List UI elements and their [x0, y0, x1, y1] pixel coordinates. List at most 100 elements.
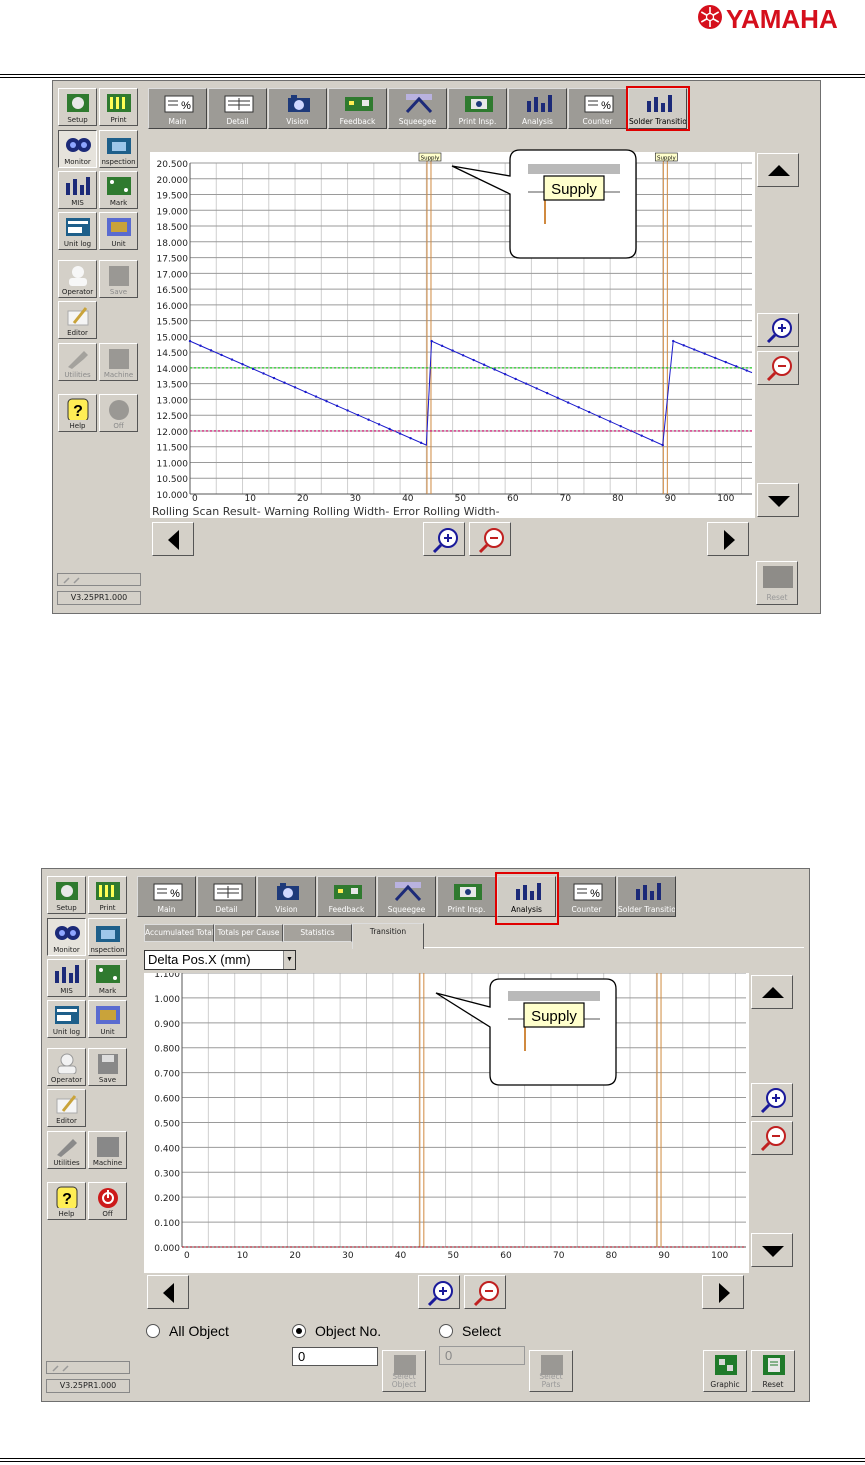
subtab-accumulated-total[interactable]: Accumulated Total [144, 924, 214, 942]
sidebar-item-save[interactable]: Save [88, 1048, 127, 1086]
tab-feedback[interactable]: Feedback [328, 88, 387, 129]
scroll-left-button[interactable] [147, 1275, 189, 1309]
zoom-in-x-button[interactable] [423, 522, 465, 556]
sidebar-item-mark[interactable]: Mark [88, 959, 127, 997]
tab-detail[interactable]: Detail [208, 88, 267, 129]
zoom-in-x-button[interactable] [418, 1275, 460, 1309]
measure-select[interactable]: Delta Pos.X (mm) ▼ [144, 950, 296, 970]
sidebar-item-mis[interactable]: MIS [47, 959, 86, 997]
tab-counter[interactable]: % Counter [557, 876, 616, 917]
reset-button[interactable]: Reset [751, 1350, 795, 1392]
zoom-out-y-button[interactable] [757, 351, 799, 385]
sidebar-item-machine[interactable]: Machine [88, 1131, 127, 1169]
select-parts-button[interactable]: Select Parts [529, 1350, 573, 1392]
tab-detail[interactable]: Detail [197, 876, 256, 917]
sidebar-item-utilities[interactable]: Utilities [47, 1131, 86, 1169]
select-object-button[interactable]: Select Object [382, 1350, 426, 1392]
tab-print-insp[interactable]: Print Insp. [437, 876, 496, 917]
tab-vision[interactable]: Vision [268, 88, 327, 129]
sidebar-item-inspection[interactable]: nspection [88, 918, 127, 956]
sidebar-item-monitor[interactable]: Monitor [47, 918, 86, 956]
y-tick-label: 11.500 [157, 444, 189, 454]
reset-button[interactable]: Reset [756, 561, 798, 605]
data-point [598, 415, 601, 418]
sidebar-item-mark[interactable]: Mark [99, 171, 138, 209]
y-tick-label: 18.000 [157, 239, 189, 249]
radio-select[interactable]: Select [439, 1323, 501, 1339]
data-point [451, 349, 454, 352]
y-tick-label: 19.500 [157, 192, 189, 202]
y-tick-label: 17.500 [157, 255, 189, 265]
sidebar-item-unit[interactable]: Unit [88, 1000, 127, 1038]
tab-analysis[interactable]: Analysis [508, 88, 567, 129]
sidebar-item-unitlog[interactable]: Unit log [58, 212, 97, 250]
zoom-out-y-button[interactable] [751, 1121, 793, 1155]
data-point [651, 439, 654, 442]
vision-camera-icon [277, 883, 299, 900]
sidebar-item-setup[interactable]: Setup [58, 88, 97, 126]
sidebar-item-setup[interactable]: Setup [47, 876, 86, 914]
sidebar-item-operator[interactable]: Operator [58, 260, 97, 298]
sidebar-item-off[interactable]: Off [99, 394, 138, 432]
scroll-left-button[interactable] [152, 522, 194, 556]
zoom-out-x-button[interactable] [469, 522, 511, 556]
tab-vision[interactable]: Vision [257, 876, 316, 917]
sidebar-item-help[interactable]: ? Help [47, 1182, 86, 1220]
tab-squeegee[interactable]: Squeegee [388, 88, 447, 129]
y-tick-label: 0.400 [154, 1144, 180, 1154]
x-tick-label: 40 [402, 494, 414, 504]
sidebar-item-unitlog[interactable]: Unit log [47, 1000, 86, 1038]
scroll-right-button[interactable] [707, 522, 749, 556]
sidebar-item-editor[interactable]: Editor [58, 301, 97, 339]
highlight-box [626, 86, 690, 131]
data-point [377, 423, 381, 426]
sidebar-item-mis[interactable]: MIS [58, 171, 97, 209]
y-tick-label: 13.000 [157, 396, 189, 406]
sidebar-item-utilities[interactable]: Utilities [58, 343, 97, 381]
version-label: V3.25PR1.000 [57, 591, 141, 605]
sidebar-item-print[interactable]: Print [99, 88, 138, 126]
tab-squeegee[interactable]: Squeegee [377, 876, 436, 917]
data-point [556, 396, 559, 400]
graphic-button[interactable]: Graphic [703, 1350, 747, 1392]
scroll-up-button[interactable] [757, 153, 799, 187]
select-field[interactable]: 0 [439, 1346, 525, 1365]
subtab-statistics[interactable]: Statistics [283, 924, 352, 942]
scroll-down-button[interactable] [751, 1233, 793, 1267]
sidebar-item-unit[interactable]: Unit [99, 212, 138, 250]
radio-object-no[interactable]: Object No. [292, 1323, 381, 1339]
sidebar-item-print[interactable]: Print [88, 876, 127, 914]
sidebar-item-machine[interactable]: Machine [99, 343, 138, 381]
sidebar-item-monitor[interactable]: Monitor [58, 130, 97, 168]
tab-counter[interactable]: % Counter [568, 88, 627, 129]
editor-icon [67, 307, 89, 326]
zoom-in-y-button[interactable] [751, 1083, 793, 1117]
radio-all-object[interactable]: All Object [146, 1323, 229, 1339]
sidebar-item-inspection[interactable]: nspection [99, 130, 138, 168]
data-point [608, 420, 612, 423]
scroll-up-button[interactable] [751, 975, 793, 1009]
tab-feedback[interactable]: Feedback [317, 876, 376, 917]
scroll-down-button[interactable] [757, 483, 799, 517]
tab-print-insp[interactable]: Print Insp. [448, 88, 507, 129]
tab-main[interactable]: % Main [148, 88, 207, 129]
sidebar-item-off[interactable]: Off [88, 1182, 127, 1220]
x-tick-label: 80 [612, 494, 624, 504]
zoom-in-y-button[interactable] [757, 313, 799, 347]
sidebar-item-save[interactable]: Save [99, 260, 138, 298]
tab-main[interactable]: % Main [137, 876, 196, 917]
subtab-totals-per-cause[interactable]: Totals per Cause [214, 924, 283, 942]
sidebar-item-editor[interactable]: Editor [47, 1089, 86, 1127]
data-point [367, 418, 370, 421]
counter-icon: % [573, 883, 603, 901]
data-point [293, 386, 297, 389]
sidebar-item-operator[interactable]: Operator [47, 1048, 86, 1086]
sidebar-item-help[interactable]: ? Help [58, 394, 97, 432]
scroll-right-button[interactable] [702, 1275, 744, 1309]
tab-solder-transition[interactable]: Solder Transition [617, 876, 676, 917]
object-no-field[interactable]: 0 [292, 1347, 378, 1366]
zoom-out-x-button[interactable] [464, 1275, 506, 1309]
subtab-transition[interactable]: Transition [352, 923, 424, 949]
vision-camera-icon [288, 95, 310, 112]
arrow-down-icon [768, 496, 790, 507]
